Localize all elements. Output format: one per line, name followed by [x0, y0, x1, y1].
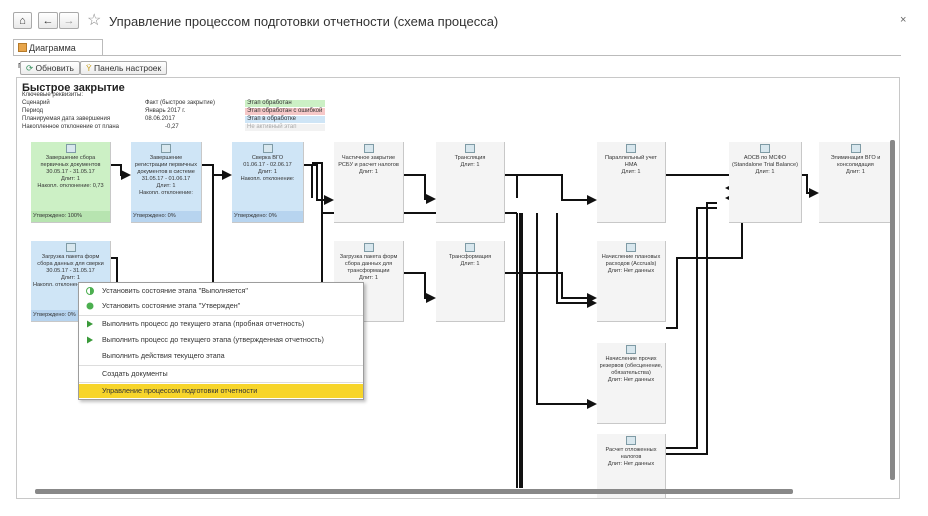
- favorite-star-icon[interactable]: ☆: [87, 10, 101, 30]
- menu-separator: [79, 365, 363, 366]
- stage-icon: [65, 144, 76, 153]
- play-icon: [87, 336, 93, 344]
- stage-node[interactable]: Начисление плановых расходов (Accruals) …: [597, 241, 666, 322]
- tab-process-diagram[interactable]: Диаграмма процесса: [13, 39, 103, 70]
- stage-icon: [262, 144, 273, 153]
- stage-node[interactable]: Сверка ВГО 01.06.17 - 02.06.17 Длит: 1 Н…: [232, 142, 304, 223]
- vertical-scrollbar[interactable]: [890, 140, 895, 480]
- stage-icon: [65, 243, 76, 252]
- stage-icon: [465, 144, 475, 153]
- stage-icon: [465, 243, 475, 252]
- menu-item-create-documents[interactable]: Создать документы: [79, 367, 363, 381]
- stage-icon: [363, 144, 374, 153]
- diagram-icon: [18, 43, 27, 52]
- menu-item-set-approved[interactable]: Установить состояние этапа "Утвержден": [79, 299, 363, 313]
- stage-node[interactable]: Элиминация ВГО и консолидация Длит: 1: [819, 142, 893, 223]
- stage-node[interactable]: Трансформация Длит: 1: [436, 241, 505, 322]
- stage-icon: [626, 144, 636, 153]
- half-circle-icon: [86, 287, 94, 295]
- stage-icon: [850, 144, 861, 153]
- settings-panel-icon: Ÿ: [86, 63, 92, 73]
- stage-icon: [626, 243, 636, 252]
- menu-item-set-in-progress[interactable]: Установить состояние этапа "Выполняется": [79, 284, 363, 298]
- close-icon[interactable]: ×: [900, 14, 906, 26]
- tab-divider: [13, 55, 901, 56]
- stage-node[interactable]: Параллельный учет НМА Длит: 1: [597, 142, 666, 223]
- home-button[interactable]: ⌂: [13, 12, 32, 29]
- stage-node[interactable]: Начисление прочих резервов (обесценение,…: [597, 343, 666, 424]
- stage-node[interactable]: Частичное закрытие РСБУ и расчет налогов…: [334, 142, 404, 223]
- refresh-icon: ⟳: [26, 63, 34, 73]
- green-circle-icon: [86, 302, 94, 310]
- stage-node[interactable]: АОСВ по МСФО (Standalone Trial Balance) …: [729, 142, 802, 223]
- refresh-button[interactable]: ⟳ Обновить: [20, 61, 80, 75]
- settings-panel-button[interactable]: Ÿ Панель настроек: [80, 61, 168, 75]
- menu-item-run-stage-actions[interactable]: Выполнить действия текущего этапа: [79, 349, 363, 363]
- stage-icon: [363, 243, 374, 252]
- home-icon: ⌂: [19, 15, 26, 27]
- menu-item-manage-reporting-process[interactable]: Управление процессом подготовки отчетнос…: [79, 384, 363, 398]
- menu-item-run-trial[interactable]: Выполнить процесс до текущего этапа (про…: [79, 317, 363, 331]
- window-title: Управление процессом подготовки отчетнос…: [109, 14, 499, 29]
- stage-node[interactable]: Завершение сбора первичных документов 30…: [31, 142, 111, 223]
- menu-separator: [79, 315, 363, 316]
- stage-icon: [626, 345, 636, 354]
- stage-icon: [161, 144, 171, 153]
- back-button[interactable]: ←: [38, 12, 58, 29]
- forward-button[interactable]: →: [59, 12, 79, 29]
- stage-icon: [626, 436, 636, 445]
- menu-item-run-approved[interactable]: Выполнить процесс до текущего этапа (утв…: [79, 333, 363, 347]
- back-arrow-icon: ←: [42, 15, 54, 27]
- forward-arrow-icon: →: [63, 15, 75, 27]
- stage-node[interactable]: Завершение регистрации первичных докумен…: [131, 142, 202, 223]
- play-icon: [87, 320, 93, 328]
- context-menu: Установить состояние этапа "Выполняется"…: [78, 282, 364, 400]
- menu-separator: [79, 382, 363, 383]
- stage-icon: [760, 144, 770, 153]
- horizontal-scrollbar[interactable]: [35, 489, 793, 494]
- stage-node[interactable]: Трансляция Длит: 1: [436, 142, 505, 223]
